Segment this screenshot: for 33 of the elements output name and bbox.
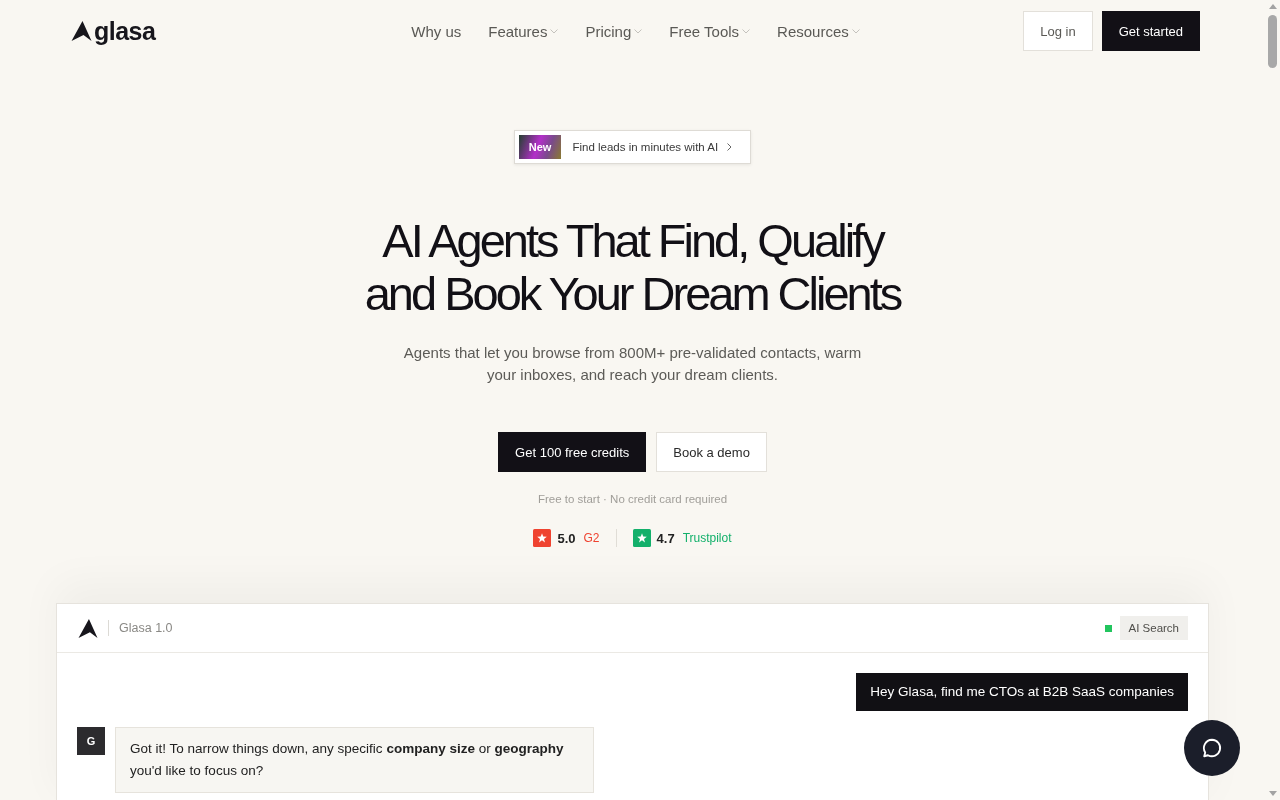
nav-link[interactable]: Why us [411, 22, 462, 40]
login-button[interactable]: Log in [1023, 11, 1093, 51]
hero-subtitle: Agents that let you browse from 800M+ pre-validated contacts, warm your inboxes, and reach your dream clients. [403, 343, 862, 385]
status-square-icon [1104, 624, 1112, 632]
speech-bubble-icon [1201, 737, 1223, 759]
assistant-message: Got it! To narrow things down, any specific company size or geography you'd like to focus on? [115, 727, 594, 793]
announcement-badge[interactable]: New Find leads in minutes with AI [513, 130, 752, 164]
mode-tag[interactable]: AI Search [1119, 616, 1188, 640]
rating-score: 4.7 [656, 530, 675, 546]
nav-link[interactable]: Free Tools [669, 22, 751, 40]
nav-link[interactable]: Resources [777, 22, 860, 40]
free-credits-button[interactable]: Get 100 free credits [498, 432, 647, 472]
get-started-button[interactable]: Get started [1101, 11, 1200, 51]
assistant-avatar: G [77, 727, 105, 755]
chat-title: Glasa 1.0 [119, 621, 173, 635]
scrollbar-thumb[interactable] [1268, 15, 1277, 68]
caret-down-icon[interactable] [1268, 791, 1277, 796]
hero-title: AI Agents That Find, Qualify and Book Your Dream Clients [364, 214, 901, 320]
user-message: Hey Glasa, find me CTOs at B2B SaaS companies [856, 673, 1188, 711]
chevron-right-icon [727, 143, 733, 151]
book-demo-button[interactable]: Book a demo [656, 432, 767, 472]
rating-score: 5.0 [557, 530, 576, 546]
rating-source[interactable]: G2 [583, 531, 600, 545]
logo-icon [71, 21, 92, 41]
new-tag: New [518, 135, 562, 159]
chat-launcher-button[interactable] [1184, 720, 1240, 776]
nav-link[interactable]: Features [488, 22, 559, 40]
nav-link[interactable]: Pricing [585, 22, 643, 40]
note-text: Free to start · No credit card required [537, 492, 728, 507]
logo-text[interactable]: glasa [94, 17, 156, 45]
caret-up-icon[interactable] [1268, 4, 1277, 9]
logo-icon [78, 618, 98, 638]
announcement-text: Find leads in minutes with AI [572, 141, 719, 153]
